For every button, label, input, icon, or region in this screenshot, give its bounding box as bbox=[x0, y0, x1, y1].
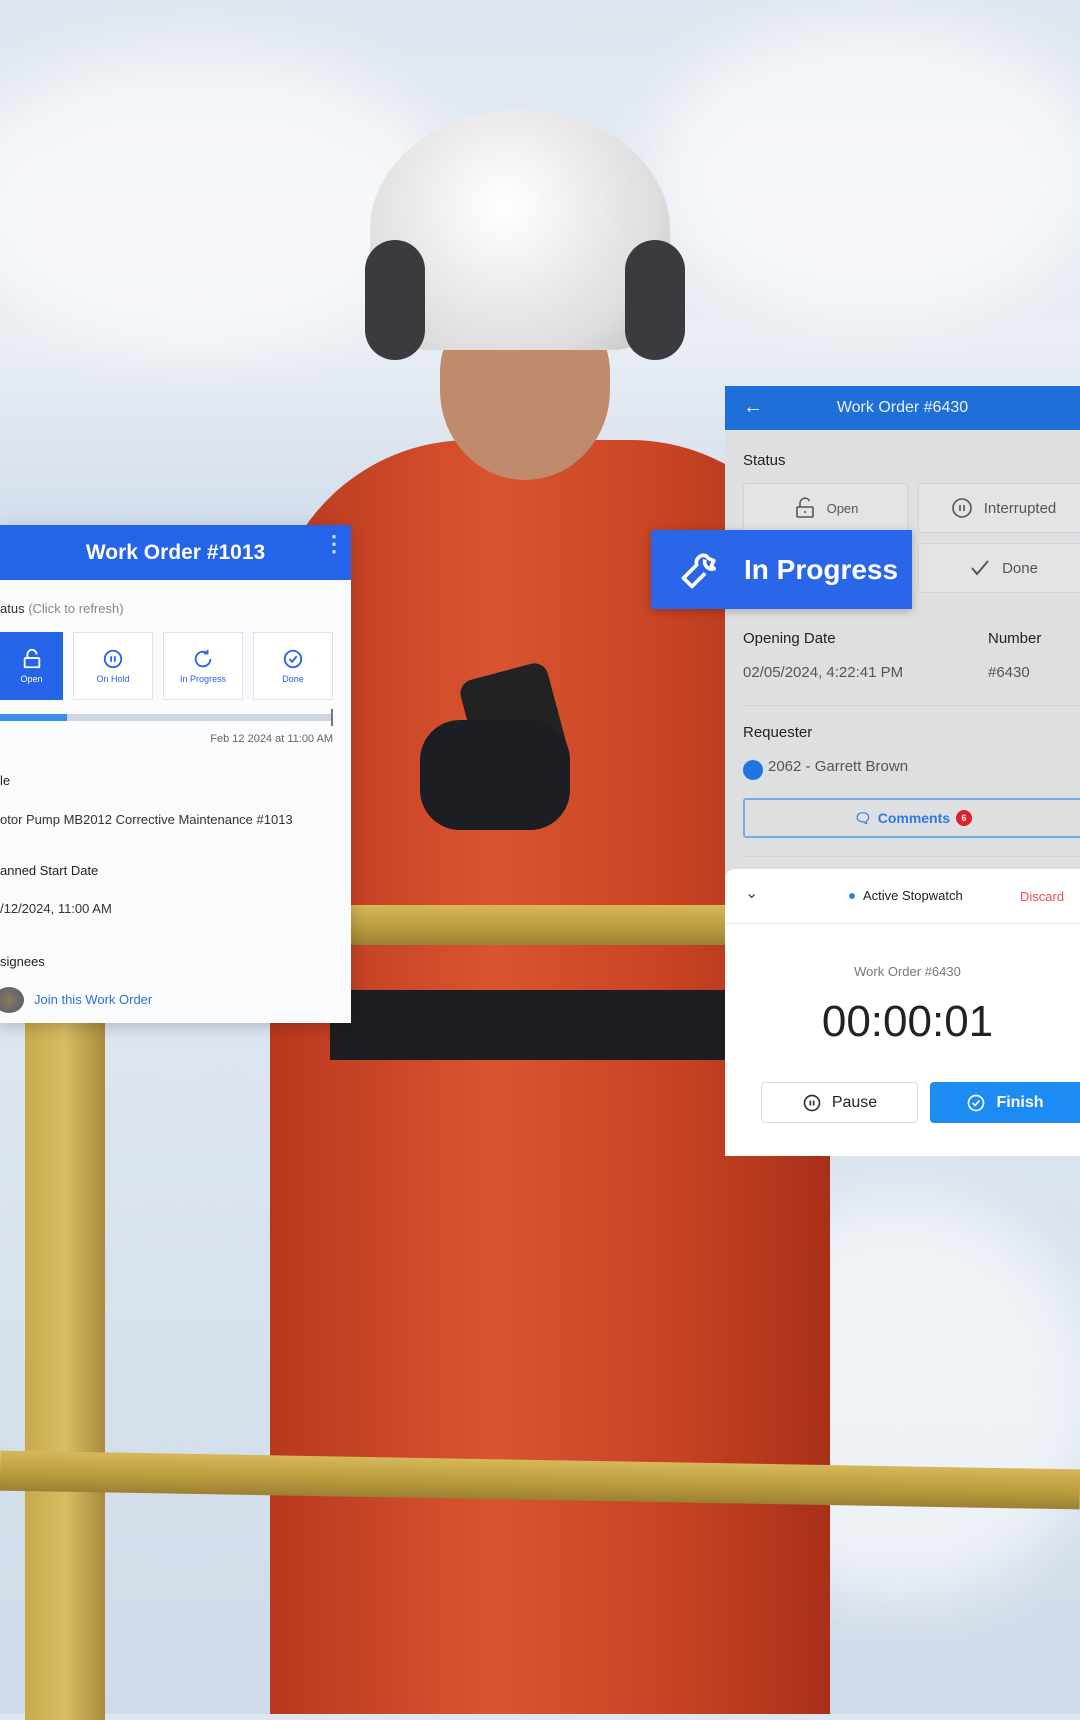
back-arrow-icon[interactable]: ← bbox=[743, 396, 763, 419]
card-title: Work Order #1013 bbox=[85, 540, 266, 564]
pause-label: Pause bbox=[831, 1093, 878, 1111]
opening-date-value: 02/05/2024, 4:22:41 PM bbox=[743, 664, 904, 681]
status-button-on-hold[interactable]: On Hold bbox=[73, 632, 153, 700]
button-label: Open bbox=[20, 674, 43, 684]
panel-header: ← Work Order #6430 ⋮ bbox=[725, 386, 1080, 430]
divider bbox=[743, 705, 1080, 706]
stopwatch-work-order: Work Order #6430 bbox=[854, 964, 961, 979]
status-button-done[interactable]: Done bbox=[253, 632, 333, 700]
pause-circle-icon bbox=[951, 498, 972, 518]
requester-avatar-icon bbox=[743, 760, 763, 780]
join-work-order-link[interactable]: Join this Work Order bbox=[34, 992, 152, 1007]
title-value: otor Pump MB2012 Corrective Maintenance … bbox=[0, 812, 293, 827]
stopwatch-header: ⌄ Active Stopwatch Discard bbox=[725, 869, 1080, 924]
finish-button[interactable]: Finish bbox=[930, 1082, 1080, 1123]
opening-date-label: Opening Date bbox=[743, 630, 836, 647]
more-options-icon[interactable]: ⋮ bbox=[1074, 392, 1080, 410]
active-dot-icon bbox=[849, 892, 855, 899]
planned-start-value: /12/2024, 11:00 AM bbox=[0, 901, 112, 916]
number-value: #6430 bbox=[988, 664, 1030, 681]
comments-count-badge: 6 bbox=[956, 810, 973, 826]
progress-bar bbox=[0, 709, 333, 726]
progress-end-marker bbox=[331, 709, 333, 726]
panel-title: Work Order #6430 bbox=[836, 399, 969, 416]
more-options-icon[interactable]: ⋮ bbox=[323, 533, 345, 555]
unlock-icon bbox=[795, 497, 814, 518]
status-label: Status bbox=[743, 452, 786, 469]
title-label: le bbox=[0, 773, 11, 788]
work-order-panel-6430: ← Work Order #6430 ⋮ Status Open Interru… bbox=[725, 386, 1080, 886]
stopwatch-title: Active Stopwatch bbox=[849, 888, 963, 903]
discard-button[interactable]: Discard bbox=[1020, 889, 1064, 904]
requester-label: Requester bbox=[743, 724, 813, 741]
comments-label: Comments bbox=[877, 810, 951, 826]
button-label: On Hold bbox=[96, 674, 130, 684]
status-button-open[interactable]: Open bbox=[743, 483, 908, 533]
stopwatch-title-text: Active Stopwatch bbox=[863, 888, 963, 903]
pause-circle-icon bbox=[803, 1094, 821, 1111]
status-button-done[interactable]: Done bbox=[918, 543, 1080, 593]
progress-date: Feb 12 2024 at 11:00 AM bbox=[210, 733, 333, 745]
number-label: Number bbox=[988, 630, 1042, 647]
in-progress-status-badge[interactable]: In Progress bbox=[651, 530, 912, 609]
chevron-down-icon[interactable]: ⌄ bbox=[745, 883, 758, 903]
pause-button[interactable]: Pause bbox=[761, 1082, 918, 1123]
button-label: Done bbox=[282, 674, 304, 684]
refresh-icon bbox=[194, 649, 212, 668]
check-circle-icon bbox=[968, 1094, 985, 1111]
card-header: Work Order #1013 ⋮ bbox=[0, 525, 351, 580]
finish-label: Finish bbox=[996, 1093, 1044, 1111]
checkmark-icon bbox=[971, 560, 989, 576]
in-progress-label: In Progress bbox=[744, 553, 899, 585]
stopwatch-card: ⌄ Active Stopwatch Discard Work Order #6… bbox=[725, 869, 1080, 1156]
status-text: atus bbox=[0, 601, 25, 616]
status-button-open[interactable]: Open bbox=[0, 632, 63, 700]
button-label: Open bbox=[826, 500, 859, 516]
status-hint: (Click to refresh) bbox=[28, 601, 124, 616]
check-circle-icon bbox=[283, 649, 303, 669]
status-button-interrupted[interactable]: Interrupted bbox=[918, 483, 1080, 533]
avatar bbox=[0, 987, 24, 1013]
stopwatch-time: 00:00:01 bbox=[821, 997, 994, 1046]
divider bbox=[743, 856, 1080, 857]
button-label: Done bbox=[1002, 559, 1038, 577]
button-label: In Progress bbox=[179, 674, 227, 684]
chat-bubbles-icon: 🗨 bbox=[853, 809, 872, 826]
status-button-in-progress[interactable]: In Progress bbox=[163, 632, 243, 700]
requester-value: 2062 - Garrett Brown bbox=[768, 758, 909, 775]
wrench-icon bbox=[681, 553, 716, 588]
work-order-card-1013: Work Order #1013 ⋮ atus (Click to refres… bbox=[0, 525, 351, 1023]
progress-fill bbox=[0, 714, 67, 721]
planned-start-label: anned Start Date bbox=[0, 863, 99, 878]
comments-button[interactable]: 🗨 Comments 6 bbox=[743, 798, 1080, 838]
assignees-label: signees bbox=[0, 954, 45, 969]
button-label: Interrupted bbox=[983, 499, 1057, 517]
unlock-icon bbox=[23, 648, 40, 669]
status-label: atus (Click to refresh) bbox=[0, 601, 124, 616]
pause-circle-icon bbox=[103, 649, 123, 669]
